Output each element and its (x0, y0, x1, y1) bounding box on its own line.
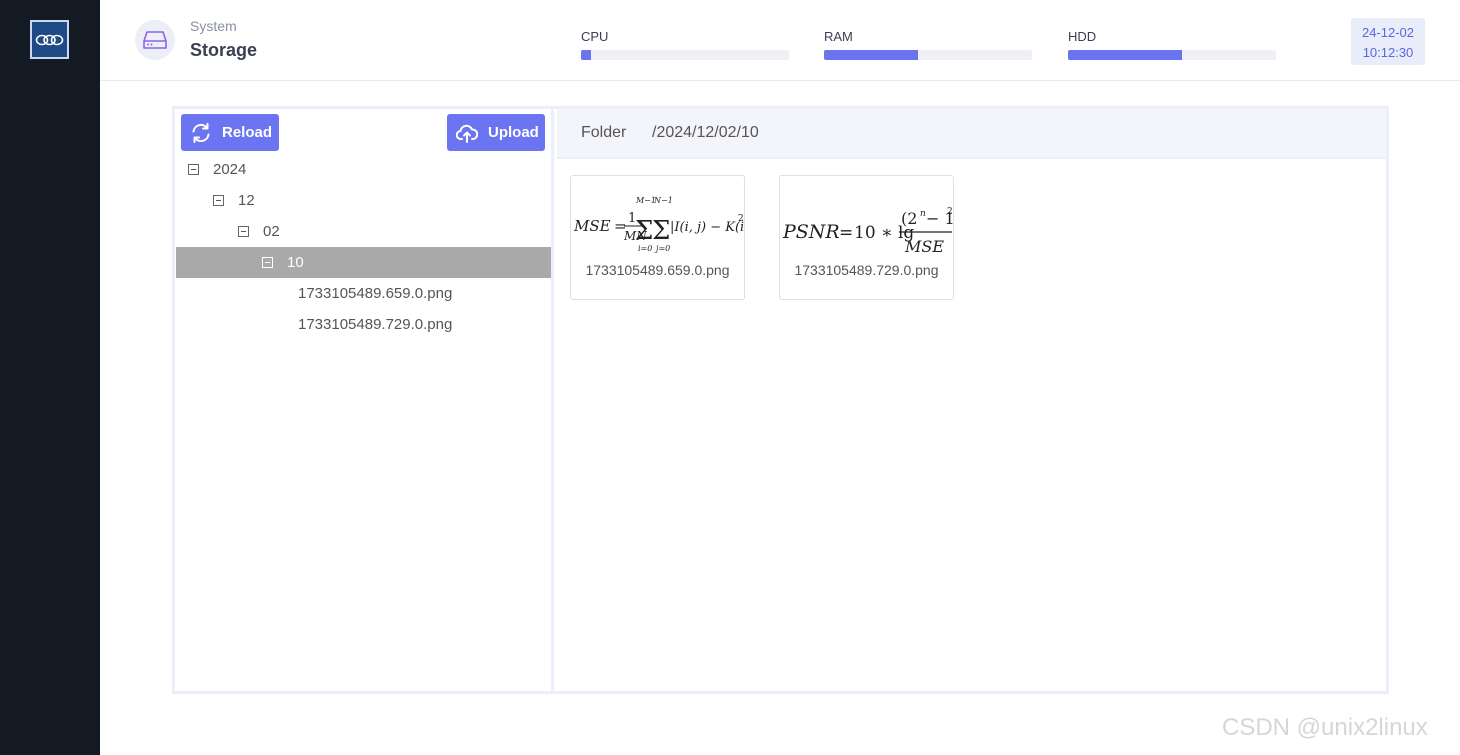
collapse-icon[interactable] (262, 257, 273, 268)
file-thumbnail: MSE = 1 MN M−1 N−1 Σ Σ i=0 j=0 |I(i, j) … (571, 176, 744, 258)
svg-text:|I(i, j) − K(i, j)|: |I(i, j) − K(i, j)| (670, 220, 744, 235)
file-browser-pane: Folder /2024/12/02/10 MSE = 1 MN M−1 N−1… (557, 109, 1386, 691)
file-card[interactable]: MSE = 1 MN M−1 N−1 Σ Σ i=0 j=0 |I(i, j) … (570, 175, 745, 300)
reload-button[interactable]: Reload (181, 114, 279, 151)
svg-text:M−1: M−1 (635, 196, 656, 205)
tree-node-label: 12 (238, 192, 255, 209)
hdd-meter: HDD (1068, 29, 1276, 60)
svg-text:=: = (839, 223, 853, 243)
left-rail (0, 0, 100, 755)
reload-label: Reload (222, 124, 273, 141)
svg-text:MSE: MSE (573, 217, 611, 235)
tree-node-label: 02 (263, 223, 280, 240)
tree-node-month[interactable]: 12 (176, 185, 551, 216)
svg-text:2: 2 (947, 207, 953, 217)
hdd-bar-track (1068, 50, 1276, 60)
tree-node-day[interactable]: 02 (176, 216, 551, 247)
hdd-label: HDD (1068, 29, 1097, 44)
cpu-label: CPU (581, 29, 609, 44)
tree-file-item[interactable]: 1733105489.659.0.png (176, 278, 551, 309)
hard-drive-icon (135, 20, 175, 60)
app-logo-icon[interactable] (30, 20, 69, 59)
svg-text:MSE: MSE (904, 237, 944, 256)
top-header: System Storage CPU RAM HDD 24-12-02 10:1… (100, 0, 1460, 81)
folder-tree: 2024 12 02 10 1733105489.659.0.png 17331… (176, 154, 551, 340)
svg-text:Σ: Σ (635, 216, 653, 246)
clock-date: 24-12-02 (1361, 25, 1415, 40)
clock-time: 10:12:30 (1362, 45, 1414, 60)
ram-label: RAM (824, 29, 853, 44)
ram-bar-track (824, 50, 1032, 60)
svg-text:j=0: j=0 (654, 244, 670, 253)
tree-node-label: 2024 (213, 161, 247, 178)
page-title: Storage (190, 40, 258, 60)
refresh-icon (190, 122, 212, 144)
clock-badge: 24-12-02 10:12:30 (1351, 18, 1425, 65)
tree-node-year[interactable]: 2024 (176, 154, 551, 185)
upload-button[interactable]: Upload (447, 114, 545, 151)
cloud-upload-icon (456, 122, 478, 144)
tree-node-label: 10 (287, 254, 304, 271)
file-name: 1733105489.659.0.png (585, 262, 730, 278)
tree-file-item[interactable]: 1733105489.729.0.png (176, 309, 551, 340)
tree-node-hour-selected[interactable]: 10 (176, 247, 551, 278)
breadcrumb-section: System (190, 18, 237, 34)
cpu-bar-fill (581, 50, 592, 60)
tree-file-label: 1733105489.729.0.png (298, 316, 453, 333)
ram-meter: RAM (824, 29, 1032, 60)
svg-text:2: 2 (738, 214, 744, 224)
collapse-icon[interactable] (188, 164, 199, 175)
ram-bar-fill (824, 50, 918, 60)
svg-text:PSNR: PSNR (782, 221, 840, 243)
tree-file-label: 1733105489.659.0.png (298, 285, 453, 302)
hdd-bar-fill (1068, 50, 1183, 60)
upload-label: Upload (488, 124, 539, 141)
file-card[interactable]: PSNR = 10 ∗ lg (2 n − 1) 2 MSE 173310548… (779, 175, 954, 300)
cpu-meter: CPU (581, 29, 789, 60)
folder-path: /2024/12/02/10 (652, 124, 759, 141)
collapse-icon[interactable] (213, 195, 224, 206)
storage-panel: Reload Upload 2024 12 02 10 1733105489.6… (172, 106, 1389, 694)
collapse-icon[interactable] (238, 226, 249, 237)
svg-text:Σ: Σ (652, 216, 670, 246)
watermark-text: CSDN @unix2linux (1222, 714, 1428, 741)
cpu-bar-track (581, 50, 789, 60)
tree-pane: Reload Upload 2024 12 02 10 1733105489.6… (175, 109, 554, 691)
folder-path-bar: Folder /2024/12/02/10 (557, 109, 1386, 159)
file-name: 1733105489.729.0.png (794, 262, 939, 278)
svg-text:(2: (2 (901, 209, 917, 228)
svg-text:i=0: i=0 (638, 244, 652, 253)
svg-text:N−1: N−1 (653, 196, 673, 205)
file-thumbnail: PSNR = 10 ∗ lg (2 n − 1) 2 MSE (780, 176, 953, 258)
folder-label: Folder (581, 124, 627, 141)
